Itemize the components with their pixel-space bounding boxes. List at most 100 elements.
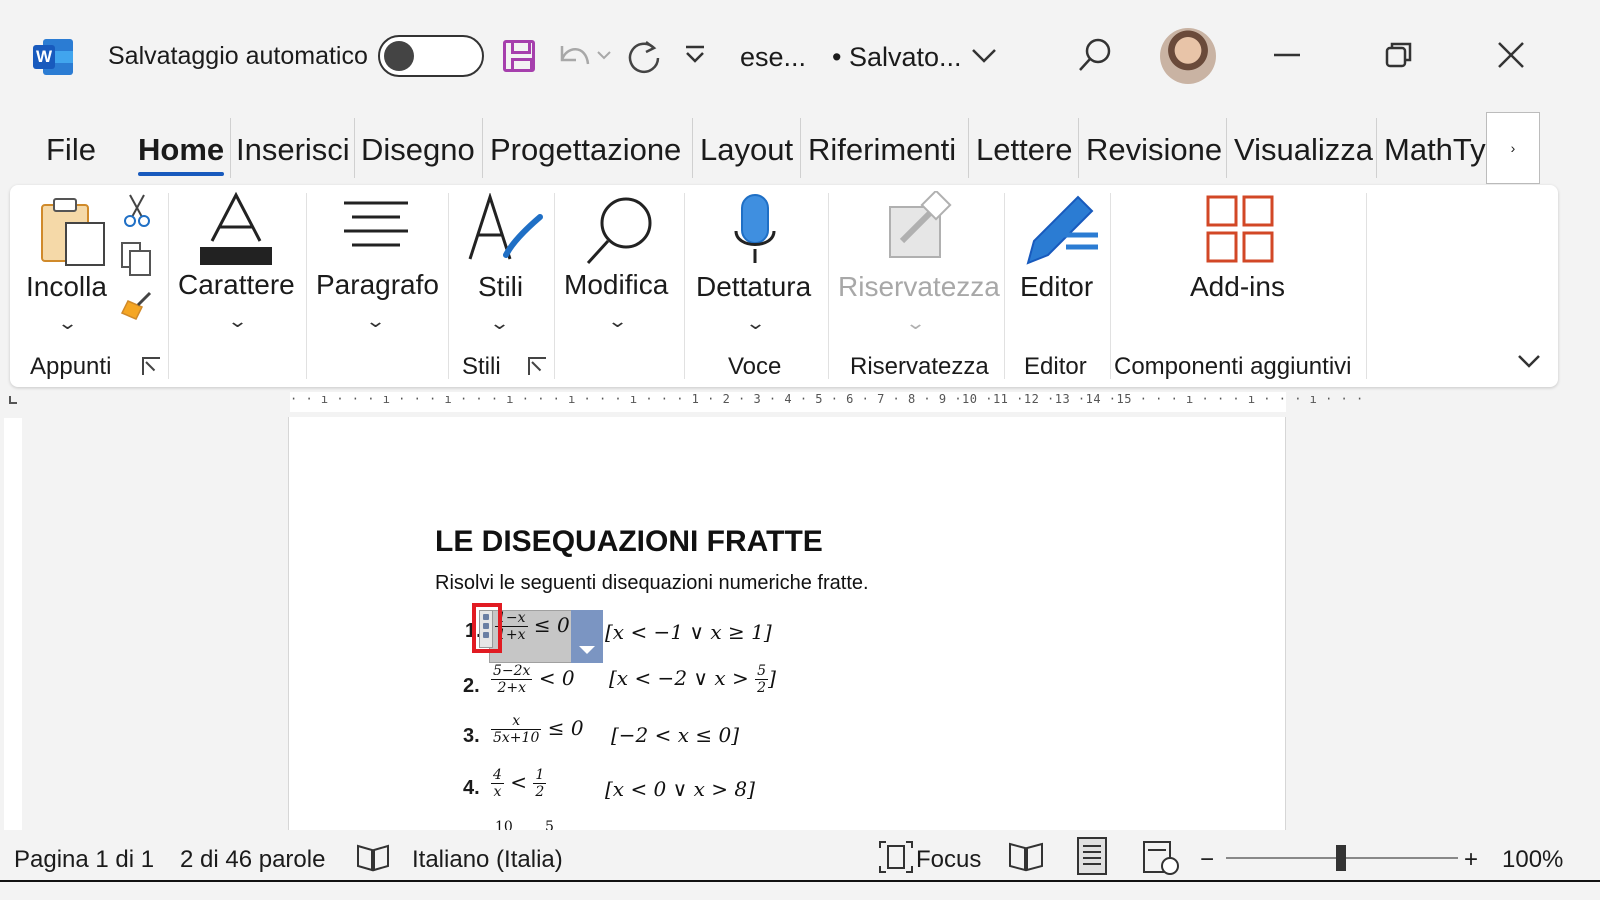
exercise-2-equation[interactable]: 5−2x 2+x < 0: [491, 663, 575, 696]
tab-divider: [968, 118, 969, 178]
save-icon[interactable]: [503, 40, 535, 72]
tab-references[interactable]: Riferimenti: [808, 132, 956, 168]
group-divider: [168, 193, 169, 379]
search-icon[interactable]: [1076, 36, 1114, 76]
tab-view[interactable]: Visualizza: [1234, 132, 1373, 168]
close-icon[interactable]: [1496, 40, 1526, 70]
font-color-icon[interactable]: [196, 191, 276, 267]
exercise-4-answer[interactable]: [x < 0 ∨ x > 8]: [605, 777, 755, 801]
ribbon: Incolla ⌄ Appunti Carattere ⌄ Paragrafo …: [10, 185, 1558, 387]
tab-design[interactable]: Progettazione: [490, 132, 681, 168]
web-layout-icon[interactable]: [1142, 840, 1180, 876]
styles-chevron-icon[interactable]: ⌄: [489, 313, 510, 334]
equation-options-button[interactable]: [571, 610, 603, 663]
styles-icon[interactable]: [466, 193, 546, 269]
vertical-ruler[interactable]: [4, 418, 22, 830]
paste-icon[interactable]: [36, 195, 110, 269]
zoom-slider-thumb[interactable]: [1336, 845, 1346, 871]
tabs-scroll-button[interactable]: ›: [1486, 112, 1540, 184]
instruction-text[interactable]: Risolvi le seguenti disequazioni numeric…: [435, 572, 869, 595]
redo-icon[interactable]: [624, 36, 664, 76]
font-chevron-icon[interactable]: ⌄: [227, 311, 248, 332]
document-name[interactable]: ese...: [740, 42, 806, 73]
document-heading[interactable]: LE DISEQUAZIONI FRATTE: [435, 525, 823, 559]
undo-icon[interactable]: [552, 36, 614, 76]
minimize-icon[interactable]: [1272, 40, 1302, 70]
proofing-book-icon[interactable]: [356, 842, 390, 874]
styles-launcher-icon[interactable]: [528, 357, 546, 375]
tab-layout[interactable]: Layout: [700, 132, 793, 168]
read-mode-icon[interactable]: [1008, 840, 1044, 872]
horizontal-ruler[interactable]: · · ı · · · ı · · · ı · · · ı · · · ı · …: [290, 392, 1363, 412]
tab-divider: [354, 118, 355, 178]
group-voice-label: Voce: [728, 353, 782, 380]
word-logo-icon: W: [33, 37, 75, 77]
dictate-chevron-icon[interactable]: ⌄: [745, 313, 766, 334]
paragraph-label[interactable]: Paragrafo: [316, 269, 439, 301]
find-icon[interactable]: [582, 193, 658, 269]
autosave-toggle[interactable]: [378, 35, 484, 77]
avatar[interactable]: [1160, 28, 1216, 84]
styles-label[interactable]: Stili: [478, 271, 523, 303]
group-divider: [1110, 193, 1111, 379]
group-styles-label: Stili: [462, 353, 501, 380]
paste-label[interactable]: Incolla: [26, 271, 107, 303]
copy-icon[interactable]: [120, 241, 154, 277]
focus-icon[interactable]: [878, 840, 914, 874]
tab-home[interactable]: Home: [138, 132, 224, 168]
tab-selector[interactable]: [9, 396, 17, 404]
exercise-4-equation[interactable]: 4x < 12: [491, 767, 547, 800]
dictate-label[interactable]: Dettatura: [696, 271, 811, 303]
tab-insert[interactable]: Inserisci: [236, 132, 350, 168]
group-addins-label: Componenti aggiuntivi: [1114, 353, 1352, 380]
saved-status[interactable]: • Salvato...: [832, 42, 962, 73]
editor-label[interactable]: Editor: [1020, 271, 1093, 303]
word-count[interactable]: 2 di 46 parole: [180, 846, 325, 874]
addins-icon[interactable]: [1206, 195, 1276, 265]
page-count[interactable]: Pagina 1 di 1: [14, 846, 154, 874]
editing-chevron-icon[interactable]: ⌄: [607, 311, 628, 332]
group-editor-label: Editor: [1024, 353, 1087, 380]
exercise-5-fragment[interactable]: 10: [495, 819, 513, 830]
microphone-icon[interactable]: [730, 191, 780, 267]
document-page[interactable]: LE DISEQUAZIONI FRATTE Risolvi le seguen…: [288, 417, 1286, 830]
sensitivity-icon[interactable]: [884, 191, 956, 263]
zoom-out-button[interactable]: −: [1200, 846, 1214, 874]
exercise-2-answer[interactable]: [x < −2 ∨ x > 5 2]: [609, 663, 776, 696]
clipboard-launcher-icon[interactable]: [142, 357, 160, 375]
tab-divider: [1376, 118, 1377, 178]
exercise-3-answer[interactable]: [−2 < x ≤ 0]: [611, 723, 739, 747]
exercise-4-number: 4.: [463, 777, 480, 799]
group-clipboard-label: Appunti: [30, 353, 112, 380]
exercise-1-equation[interactable]: 1−x 1+x ≤ 0: [495, 610, 570, 643]
group-divider: [828, 193, 829, 379]
font-label[interactable]: Carattere: [178, 269, 295, 301]
focus-label[interactable]: Focus: [916, 846, 981, 874]
editing-label[interactable]: Modifica: [564, 269, 668, 301]
language[interactable]: Italiano (Italia): [412, 846, 563, 874]
print-layout-icon[interactable]: [1074, 836, 1110, 876]
zoom-in-button[interactable]: +: [1464, 846, 1478, 874]
exercise-1-answer[interactable]: [x < −1 ∨ x ≥ 1]: [605, 620, 772, 644]
tab-file[interactable]: File: [46, 132, 96, 168]
exercise-3-equation[interactable]: x 5x+10 ≤ 0: [491, 713, 584, 746]
paste-chevron-icon[interactable]: ⌄: [57, 313, 78, 334]
tab-review[interactable]: Revisione: [1086, 132, 1222, 168]
tab-mailings[interactable]: Lettere: [976, 132, 1073, 168]
customize-icon[interactable]: [682, 42, 708, 68]
paragraph-icon[interactable]: [340, 197, 412, 257]
exercise-5-fragment-rhs[interactable]: 5: [545, 819, 554, 830]
chevron-down-icon[interactable]: [970, 46, 998, 66]
group-divider: [448, 193, 449, 379]
zoom-level[interactable]: 100%: [1502, 846, 1563, 874]
cut-icon[interactable]: [122, 193, 152, 229]
ribbon-collapse-icon[interactable]: [1516, 351, 1542, 371]
format-painter-icon[interactable]: [118, 289, 154, 323]
restore-icon[interactable]: [1384, 40, 1414, 70]
editor-icon[interactable]: [1020, 191, 1100, 267]
title-bar: W Salvataggio automatico ese... • Salvat…: [0, 0, 1600, 112]
addins-label[interactable]: Add-ins: [1190, 271, 1285, 303]
tab-mathtype[interactable]: MathTy: [1384, 132, 1486, 168]
tab-draw[interactable]: Disegno: [361, 132, 475, 168]
paragraph-chevron-icon[interactable]: ⌄: [365, 311, 386, 332]
